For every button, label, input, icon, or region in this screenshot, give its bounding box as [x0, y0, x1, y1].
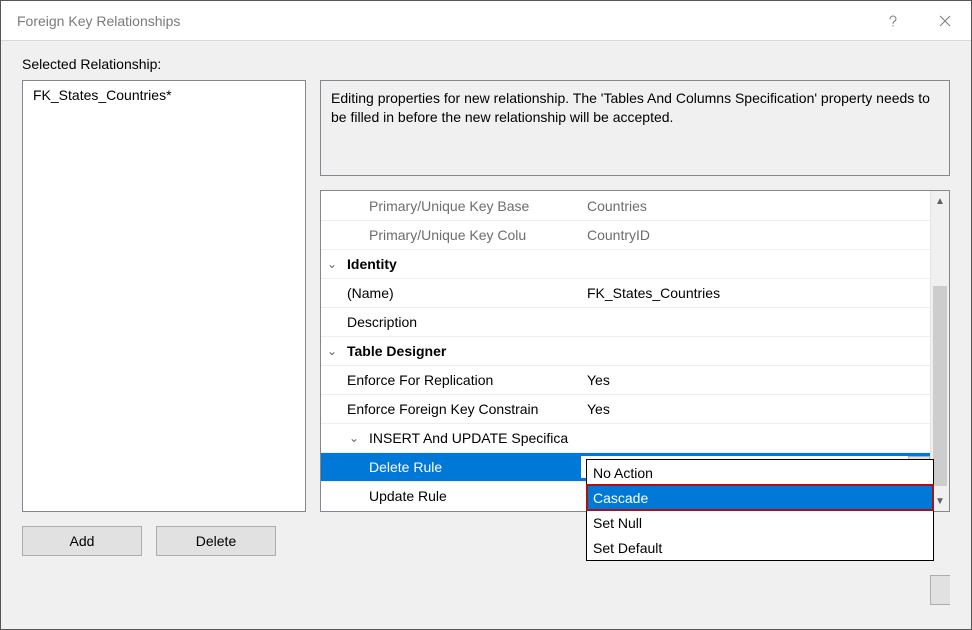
property-name: Primary/Unique Key Colu: [365, 227, 581, 243]
description-panel: Editing properties for new relationship.…: [320, 80, 950, 176]
title-bar: Foreign Key Relationships: [1, 1, 971, 41]
dropdown-option[interactable]: Set Null: [587, 510, 933, 535]
dropdown-option[interactable]: Set Default: [587, 535, 933, 560]
property-row[interactable]: Enforce For ReplicationYes: [321, 365, 930, 394]
help-button[interactable]: [867, 1, 919, 41]
property-name: Identity: [343, 256, 581, 272]
expand-collapse-icon[interactable]: ⌄: [321, 344, 343, 358]
property-row[interactable]: (Name)FK_States_Countries: [321, 278, 930, 307]
property-name: (Name): [343, 285, 581, 301]
relationships-list[interactable]: FK_States_Countries*: [22, 80, 306, 512]
expand-collapse-icon[interactable]: ⌄: [343, 431, 365, 445]
dropdown-option[interactable]: No Action: [587, 460, 933, 485]
selected-relationship-label: Selected Relationship:: [22, 56, 950, 72]
partial-button[interactable]: [930, 575, 950, 605]
property-name: Primary/Unique Key Base: [365, 198, 581, 214]
property-name: Enforce For Replication: [343, 372, 581, 388]
close-button[interactable]: [919, 1, 971, 41]
property-category[interactable]: ⌄Identity: [321, 249, 930, 278]
property-name: Description: [343, 314, 581, 330]
property-value[interactable]: FK_States_Countries: [581, 285, 930, 301]
window-title: Foreign Key Relationships: [17, 13, 867, 29]
property-value[interactable]: CountryID: [581, 227, 930, 243]
scroll-thumb[interactable]: [933, 286, 947, 486]
property-grid[interactable]: Primary/Unique Key BaseCountriesPrimary/…: [320, 190, 950, 512]
property-row[interactable]: Description: [321, 307, 930, 336]
property-row[interactable]: Primary/Unique Key ColuCountryID: [321, 220, 930, 249]
property-row[interactable]: Enforce Foreign Key ConstrainYes: [321, 394, 930, 423]
delete-button[interactable]: Delete: [156, 526, 276, 556]
property-value[interactable]: Yes: [581, 401, 930, 417]
dialog-content: Selected Relationship: FK_States_Countri…: [1, 41, 971, 629]
property-name: Table Designer: [343, 343, 581, 359]
property-category[interactable]: ⌄Table Designer: [321, 336, 930, 365]
property-value[interactable]: Yes: [581, 372, 930, 388]
property-name: Update Rule: [365, 488, 581, 504]
property-name: Delete Rule: [365, 459, 581, 475]
scroll-up-arrow[interactable]: ▲: [931, 191, 949, 211]
property-row[interactable]: Primary/Unique Key BaseCountries: [321, 191, 930, 220]
expand-collapse-icon[interactable]: ⌄: [321, 257, 343, 271]
property-category[interactable]: ⌄INSERT And UPDATE Specifica: [321, 423, 930, 452]
property-value[interactable]: Countries: [581, 198, 930, 214]
dropdown-option[interactable]: Cascade: [587, 485, 933, 510]
add-button[interactable]: Add: [22, 526, 142, 556]
property-name: INSERT And UPDATE Specifica: [365, 430, 603, 446]
delete-rule-dropdown-list[interactable]: No ActionCascadeSet NullSet Default: [586, 459, 934, 561]
property-name: Enforce Foreign Key Constrain: [343, 401, 581, 417]
relationship-item[interactable]: FK_States_Countries*: [27, 85, 301, 105]
